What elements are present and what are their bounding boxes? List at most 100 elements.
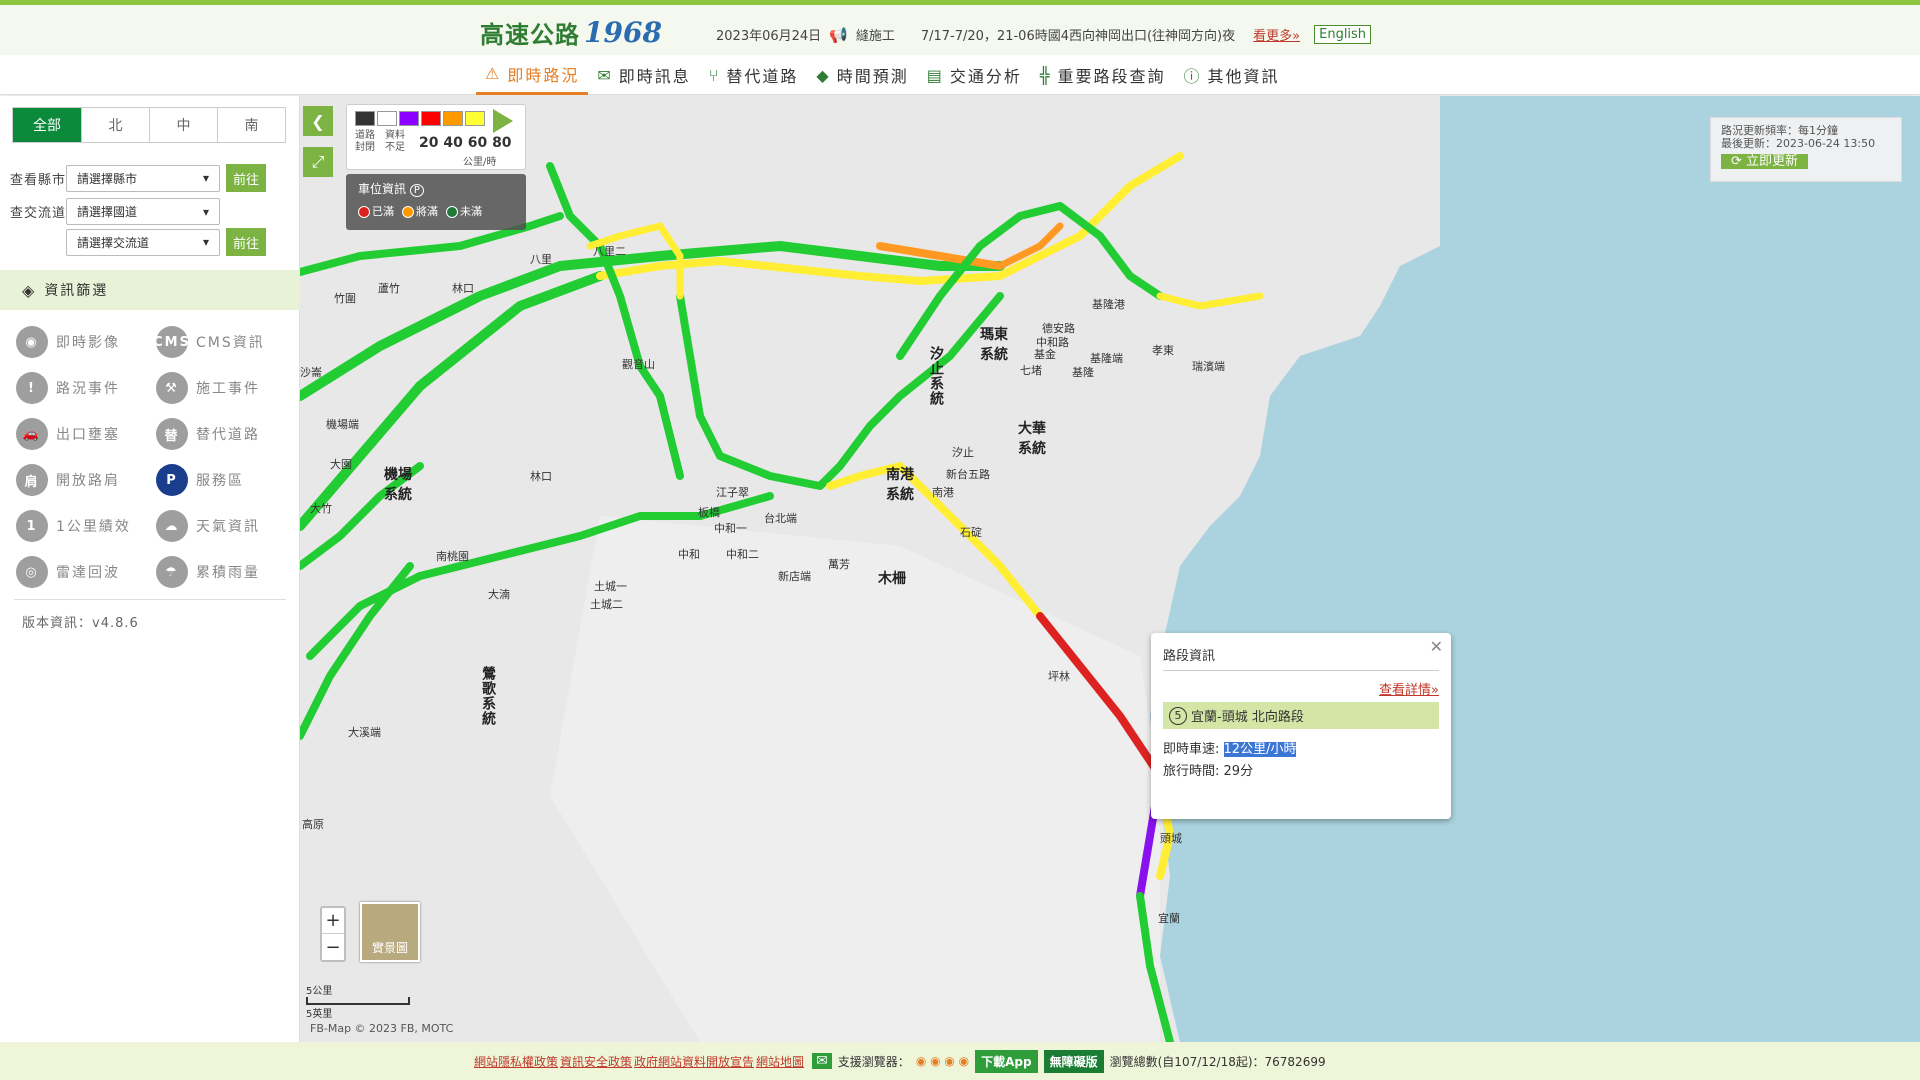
travel-time-value: 29分	[1223, 764, 1254, 779]
city-go-button[interactable]: 前往	[226, 164, 266, 192]
message-icon: ✉	[597, 65, 613, 85]
legend-unit: 公里/時	[463, 157, 497, 168]
interchange-select[interactable]: 請選擇交流道 ▾	[66, 228, 220, 256]
legend-speeds: 20 40 60 80	[419, 135, 512, 151]
region-tab-1[interactable]: 北	[81, 108, 149, 142]
map-junction-label: 機場 系統	[384, 467, 412, 503]
parking-status-2: 未滿	[446, 203, 482, 219]
view-detail-link[interactable]: 查看詳情»	[1163, 679, 1439, 698]
umbrella-icon: ☂	[156, 556, 188, 588]
footer-link-1[interactable]: 資訊安全政策	[560, 1055, 632, 1069]
nav-item-4[interactable]: ▤ 交通分析	[918, 55, 1031, 95]
expand-icon: ⤢	[311, 152, 325, 171]
nav-item-3[interactable]: ◆ 時間預測	[807, 55, 917, 95]
warning-icon: !	[16, 372, 48, 404]
update-frequency: 路況更新頻率：每1分鐘	[1721, 124, 1838, 137]
traffic-map[interactable]: 八里 八里二 竹圍 蘆竹 林口 觀音山 沙崙 機場端 大園 大竹 林口 南桃園 大湳 土城一 土城二 中和 中和…	[300, 96, 1920, 1042]
scale-bar: 5公里 5英里	[306, 982, 410, 1020]
map-place-label: 土城一	[594, 580, 627, 593]
footer-link-3[interactable]: 網站地圖	[756, 1055, 804, 1069]
road-select[interactable]: 請選擇國道 ▾	[66, 198, 220, 225]
filter-item-11[interactable]: ☂ 累積雨量	[156, 556, 296, 588]
map-canvas[interactable]	[300, 96, 1920, 1042]
region-tab-2[interactable]: 中	[149, 108, 217, 142]
collapse-sidebar-button[interactable]: ❮	[303, 106, 333, 136]
news-text[interactable]: 縫施工 7/17-7/20，21-06時國4西向神岡出口(往神岡方向)夜	[856, 25, 1235, 44]
map-place-label: 大湳	[488, 588, 510, 601]
map-junction-label: 瑪東 系統	[980, 327, 1008, 363]
filter-item-10[interactable]: ◎ 雷達回波	[16, 556, 156, 588]
camera-icon: ◉	[16, 326, 48, 358]
map-place-label: 中和路	[1036, 336, 1069, 349]
filter-item-8[interactable]: 1 1公里績效	[16, 510, 156, 542]
megaphone-icon: 📢	[829, 25, 848, 44]
map-place-label: 觀音山	[622, 358, 655, 371]
km-icon: 1	[16, 510, 48, 542]
map-place-label: 汐止	[952, 446, 974, 459]
ic-row: 請選擇交流道 ▾ 前往	[66, 228, 266, 256]
nav-item-1[interactable]: ✉ 即時訊息	[588, 55, 699, 95]
caret-down-icon: ▾	[202, 204, 209, 219]
map-place-label: 坪林	[1048, 670, 1070, 683]
download-app-button[interactable]: 下載App	[975, 1049, 1038, 1073]
mail-icon[interactable]: ✉	[812, 1053, 832, 1069]
filter-item-6[interactable]: 肩開放路肩	[16, 464, 156, 496]
weather-icon: ☁	[156, 510, 188, 542]
map-place-label: 高原	[302, 818, 324, 831]
map-junction-label: 大華 系統	[1018, 421, 1046, 457]
map-place-label: 江子翠	[716, 486, 749, 499]
speed-value: 12公里/小時	[1223, 742, 1297, 757]
news-date: 2023年06月24日	[716, 29, 822, 44]
close-icon[interactable]: ✕	[1430, 637, 1443, 656]
zoom-control: + −	[320, 906, 346, 962]
map-junction-label: 南港 系統	[886, 467, 914, 503]
map-place-label: 宜蘭	[1158, 912, 1180, 925]
filter-item-0[interactable]: ◉ 即時影像	[16, 326, 156, 358]
legend-swatch-0	[355, 111, 375, 126]
last-update: 最後更新：2023-06-24 13:50	[1721, 137, 1876, 150]
site-logo[interactable]: 高速公路 1968	[480, 15, 662, 50]
refresh-button[interactable]: ⟳ 立即更新	[1721, 154, 1809, 169]
filter-item-5[interactable]: 替替代道路	[156, 418, 296, 450]
filter-item-2[interactable]: ! 路況事件	[16, 372, 156, 404]
region-tab-0[interactable]: 全部	[13, 108, 81, 142]
map-place-label: 瑞濱端	[1192, 360, 1225, 373]
logo-text: 高速公路	[480, 21, 580, 49]
arrow-right-icon	[493, 109, 513, 133]
footer-link-2[interactable]: 政府網站資料開放宣告	[634, 1055, 754, 1069]
region-tab-3[interactable]: 南	[217, 108, 285, 142]
filter-item-7[interactable]: P 服務區	[156, 464, 296, 496]
map-place-label: 新店端	[778, 570, 811, 583]
filter-item-1[interactable]: CMS CMS資訊	[153, 326, 296, 358]
zoom-in-button[interactable]: +	[322, 908, 344, 934]
street-view-thumbnail[interactable]: 實景圖	[360, 902, 420, 962]
scale-line	[306, 997, 410, 1005]
filter-item-3[interactable]: ⚒ 施工事件	[156, 372, 296, 404]
signpost-icon: ╬	[1039, 65, 1052, 85]
map-attribution: FB-Map © 2023 FB, MOTC	[310, 1022, 454, 1035]
fullscreen-button[interactable]: ⤢	[303, 147, 333, 177]
map-place-label: 林口	[452, 282, 474, 295]
more-news-link[interactable]: 看更多»	[1253, 25, 1300, 44]
map-place-label: 南港	[932, 486, 954, 499]
info-icon: ⓘ	[1183, 67, 1202, 86]
chart-panel-icon: ▤	[926, 65, 944, 85]
accessible-version-button[interactable]: 無障礙版	[1043, 1049, 1104, 1073]
interchange-go-button[interactable]: 前往	[226, 228, 266, 256]
nav-item-2[interactable]: ⑂ 替代道路	[700, 55, 808, 95]
footer: 網站隱私權政策 資訊安全政策 政府網站資料開放宣告 網站地圖 ✉ 支援瀏覽器： ◉ ◉…	[0, 1042, 1920, 1080]
parking-icon: P	[156, 464, 188, 496]
nav-item-0[interactable]: ⚠ 即時路況	[476, 55, 589, 95]
zoom-out-button[interactable]: −	[322, 934, 344, 960]
filter-item-9[interactable]: ☁ 天氣資訊	[156, 510, 296, 542]
nav-item-6[interactable]: ⓘ 其他資訊	[1175, 55, 1289, 95]
browsers-label: 支援瀏覽器：	[837, 1054, 910, 1069]
footer-link-0[interactable]: 網站隱私權政策	[474, 1055, 558, 1069]
city-select[interactable]: 請選擇縣市 ▾	[66, 164, 220, 192]
highway-shield-icon: 5	[1169, 706, 1187, 725]
legend-swatch-1	[377, 111, 397, 126]
parking-status-0: 已滿	[358, 203, 394, 219]
filter-item-4[interactable]: 🚗 出口壅塞	[16, 418, 156, 450]
nav-item-5[interactable]: ╬ 重要路段查詢	[1031, 55, 1175, 95]
english-button[interactable]: English	[1314, 25, 1372, 44]
